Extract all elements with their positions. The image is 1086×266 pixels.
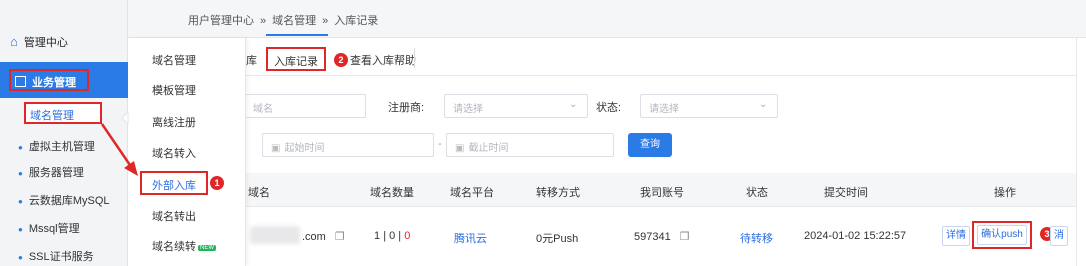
arrow-head (124, 161, 138, 176)
flyout-pointer (121, 110, 129, 126)
annotation-arrow (100, 110, 138, 176)
arrow-line (100, 123, 134, 169)
